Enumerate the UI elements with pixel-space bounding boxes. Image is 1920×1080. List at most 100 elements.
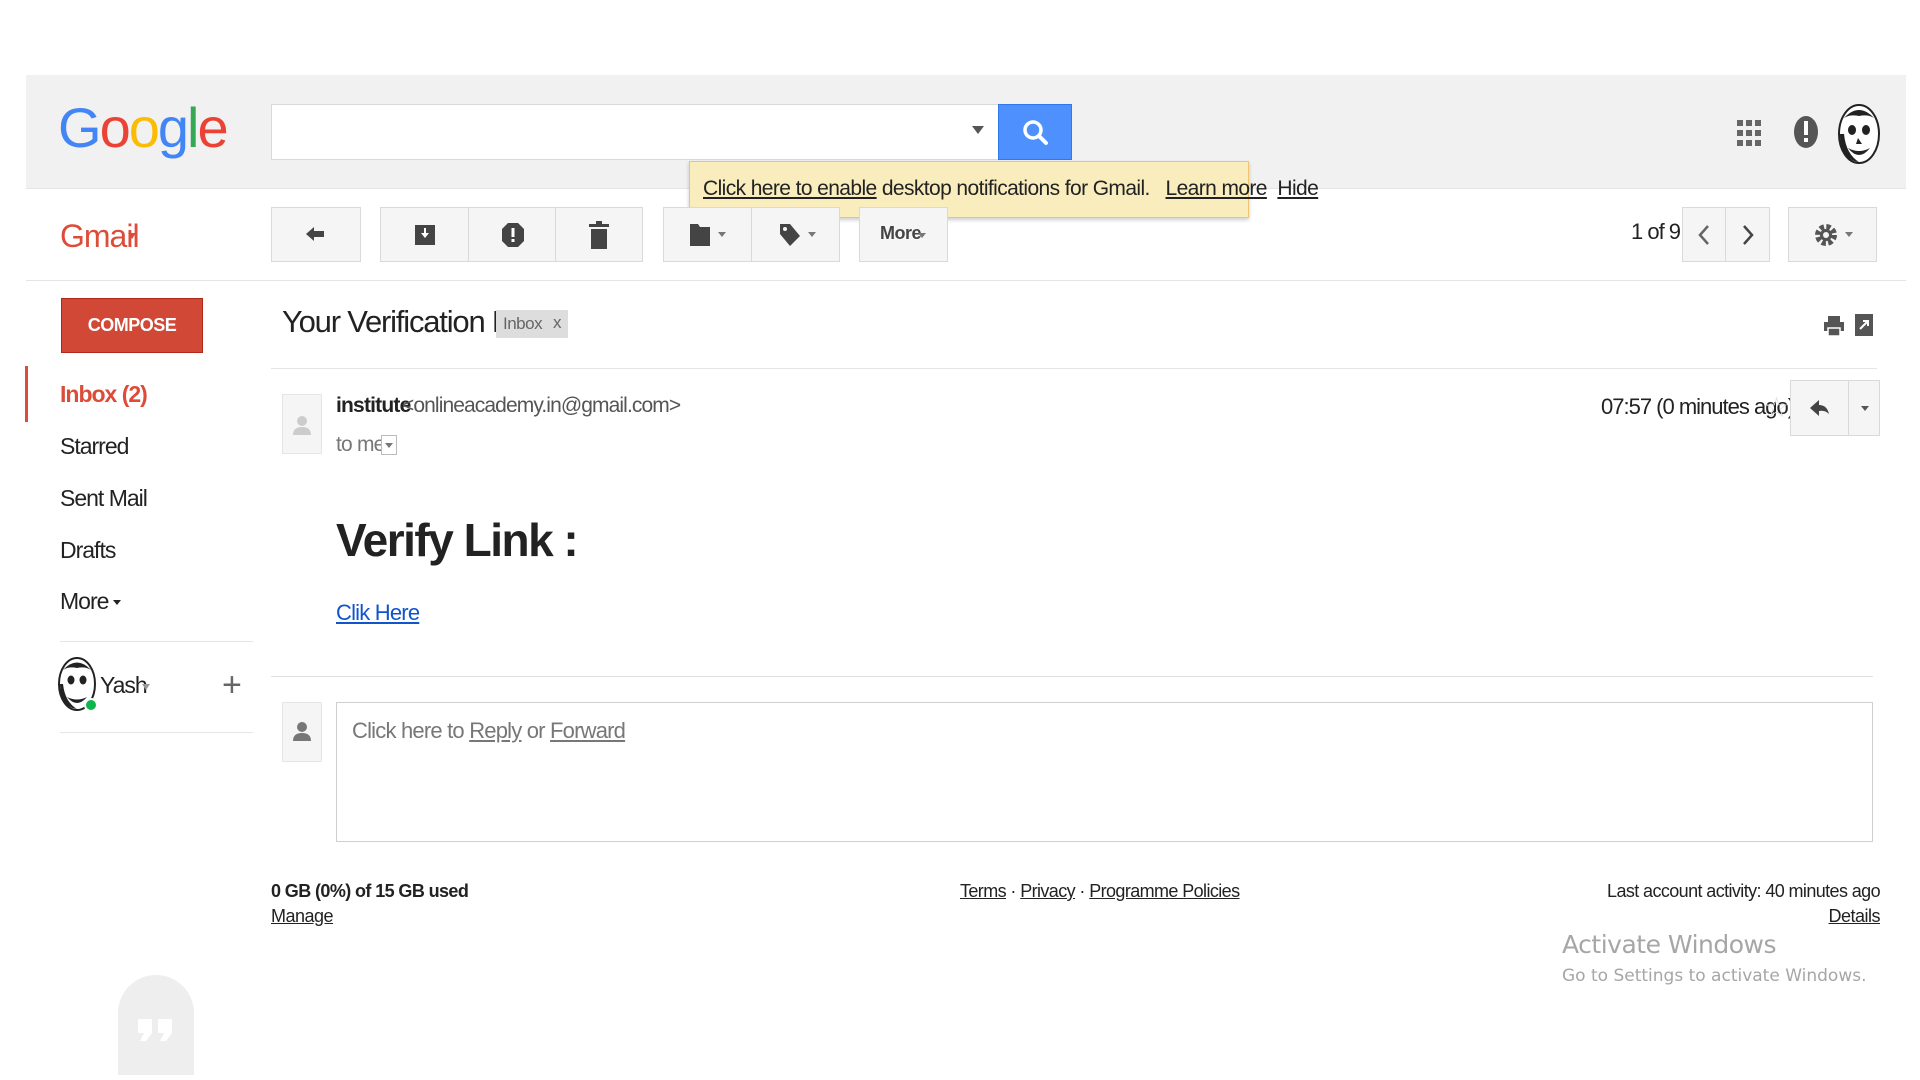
open-in-new-window-icon[interactable] bbox=[1854, 313, 1874, 337]
reply-box-prefix: Click here to bbox=[352, 718, 470, 743]
apps-grid-icon[interactable] bbox=[1737, 118, 1761, 148]
newer-button[interactable] bbox=[1683, 208, 1726, 261]
recipient-text: to me bbox=[336, 433, 385, 456]
more-actions-chevron-down-icon[interactable] bbox=[1849, 381, 1881, 435]
message-body-heading: Verify Link : bbox=[336, 514, 579, 566]
delete-button[interactable] bbox=[556, 208, 642, 261]
logo-letter: o bbox=[99, 96, 131, 159]
sidebar-item-sent-mail[interactable]: Sent Mail bbox=[60, 485, 148, 512]
gmail-app-switcher[interactable]: Gmail bbox=[60, 218, 140, 255]
chevron-down-icon bbox=[918, 233, 926, 238]
back-to-inbox-button[interactable] bbox=[271, 207, 361, 262]
sender-avatar bbox=[282, 394, 322, 454]
move-to-button[interactable] bbox=[664, 208, 752, 261]
labels-button[interactable] bbox=[752, 208, 839, 261]
footer-links: Terms · Privacy · Programme Policies bbox=[960, 881, 1240, 902]
quote-icon bbox=[138, 1019, 172, 1041]
more-button[interactable]: More bbox=[859, 207, 948, 262]
person-placeholder-icon bbox=[293, 722, 311, 741]
toolbar-divider bbox=[26, 280, 1906, 281]
message-pager: 1 of 9 bbox=[1631, 219, 1681, 244]
archive-icon bbox=[415, 225, 435, 245]
print-icon[interactable] bbox=[1823, 315, 1845, 337]
search-button[interactable] bbox=[998, 104, 1072, 160]
labels-icon bbox=[780, 224, 816, 246]
reply-box-or: or bbox=[521, 718, 551, 743]
sidebar-item-drafts[interactable]: Drafts bbox=[60, 537, 116, 564]
storage-usage: 0 GB (0%) of 15 GB used bbox=[271, 881, 469, 901]
new-hangout-plus-icon[interactable]: + bbox=[222, 668, 242, 702]
older-button[interactable] bbox=[1726, 208, 1769, 261]
chevron-down-icon bbox=[113, 599, 122, 605]
logo-letter: e bbox=[197, 96, 228, 159]
chevron-right-icon bbox=[1743, 225, 1754, 245]
sidebar-divider bbox=[60, 641, 253, 642]
archive-button[interactable] bbox=[381, 208, 469, 261]
remove-label-close-icon[interactable]: x bbox=[553, 313, 562, 333]
hangouts-user-name[interactable]: Yash bbox=[100, 672, 148, 699]
message-divider bbox=[271, 676, 1873, 677]
enable-notifications-link[interactable]: Click here to enable bbox=[703, 177, 877, 200]
terms-link[interactable]: Terms bbox=[960, 881, 1007, 901]
privacy-link[interactable]: Privacy bbox=[1020, 881, 1075, 901]
more-button-label: More bbox=[880, 223, 922, 243]
chevron-down-icon[interactable] bbox=[128, 233, 136, 239]
inbox-label-chip[interactable]: Inbox x bbox=[496, 310, 568, 338]
inbox-label-text: Inbox bbox=[503, 314, 543, 333]
show-details-dropdown[interactable] bbox=[381, 435, 397, 455]
sender-email: <onlineacademy.in@gmail.com> bbox=[402, 394, 681, 417]
person-placeholder-icon bbox=[293, 416, 311, 435]
report-spam-icon bbox=[502, 223, 524, 247]
delete-icon bbox=[589, 221, 609, 249]
action-button-group bbox=[380, 207, 643, 262]
programme-policies-link[interactable]: Programme Policies bbox=[1089, 881, 1240, 901]
sender-name[interactable]: institute bbox=[336, 394, 411, 418]
self-avatar bbox=[282, 702, 322, 762]
reply-forward-box[interactable]: Click here to Reply or Forward bbox=[336, 702, 1873, 842]
search-input[interactable] bbox=[271, 104, 999, 160]
logo-letter: g bbox=[157, 96, 189, 159]
logo-letter: o bbox=[128, 96, 160, 159]
last-account-activity: Last account activity: 40 minutes ago bbox=[1607, 881, 1881, 901]
learn-more-link[interactable]: Learn more bbox=[1166, 177, 1268, 200]
reply-button-group bbox=[1790, 380, 1880, 436]
reply-link[interactable]: Reply bbox=[469, 718, 522, 743]
reply-icon[interactable] bbox=[1791, 381, 1848, 435]
forward-link[interactable]: Forward bbox=[550, 718, 626, 743]
settings-button[interactable] bbox=[1788, 207, 1877, 262]
sidebar-item-more[interactable]: More bbox=[60, 588, 123, 615]
online-status-dot bbox=[84, 698, 98, 712]
settings-gear-icon bbox=[1815, 224, 1853, 246]
hide-notification-link[interactable]: Hide bbox=[1277, 177, 1318, 200]
back-arrow-icon bbox=[306, 227, 324, 241]
compose-button[interactable]: COMPOSE bbox=[61, 298, 203, 353]
logo-letter: l bbox=[187, 96, 200, 159]
active-folder-marker bbox=[25, 366, 28, 422]
sidebar-item-inbox[interactable]: Inbox (2) bbox=[60, 381, 148, 408]
report-spam-button[interactable] bbox=[469, 208, 556, 261]
notification-text: desktop notifications for Gmail. bbox=[876, 177, 1151, 200]
sidebar-item-starred[interactable]: Starred bbox=[60, 433, 129, 460]
chevron-down-icon[interactable] bbox=[142, 684, 150, 690]
verify-link[interactable]: Clik Here bbox=[336, 600, 420, 626]
subject-divider bbox=[271, 368, 1877, 369]
hangouts-quote-bubble[interactable] bbox=[118, 975, 194, 1075]
activate-windows-watermark-subtitle: Go to Settings to activate Windows. bbox=[1562, 966, 1867, 986]
star-icon[interactable]: ☆ bbox=[1764, 394, 1789, 422]
pager-button-group bbox=[1682, 207, 1770, 262]
manage-storage-link[interactable]: Manage bbox=[271, 906, 334, 927]
google-logo[interactable]: Google bbox=[58, 100, 229, 156]
account-avatar[interactable] bbox=[1838, 104, 1880, 164]
sidebar-divider bbox=[60, 732, 253, 733]
organize-button-group bbox=[663, 207, 840, 262]
footer-separator: · bbox=[1075, 881, 1090, 901]
footer-separator: · bbox=[1006, 881, 1021, 901]
notifications-bell-icon[interactable] bbox=[1792, 113, 1820, 151]
activity-details-link[interactable]: Details bbox=[1780, 906, 1880, 927]
search-options-dropdown-icon[interactable] bbox=[972, 126, 984, 134]
chevron-left-icon bbox=[1698, 225, 1709, 245]
search-icon bbox=[1023, 120, 1048, 145]
move-to-folder-icon bbox=[690, 224, 726, 246]
activate-windows-watermark-title: Activate Windows bbox=[1562, 930, 1777, 959]
sidebar-item-more-label: More bbox=[60, 588, 109, 614]
